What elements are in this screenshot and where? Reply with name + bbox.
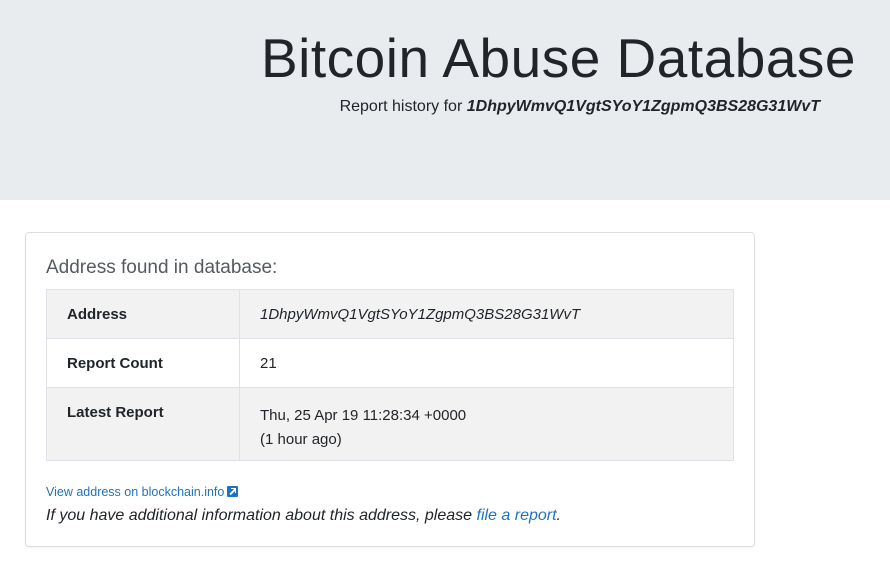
- additional-info-note: If you have additional information about…: [46, 507, 561, 525]
- latest-report-relative: (1 hour ago): [260, 431, 342, 448]
- note-prefix: If you have additional information about…: [46, 507, 473, 524]
- row-value-address: 1DhpyWmvQ1VgtSYoY1ZgpmQ3BS28G31WvT: [239, 289, 734, 339]
- page-subtitle: Report history for 1DhpyWmvQ1VgtSYoY1Zgp…: [340, 98, 820, 116]
- address-card: Address found in database: Address 1Dhpy…: [25, 232, 755, 547]
- page-header: Bitcoin Abuse Database Report history fo…: [0, 0, 890, 200]
- row-label-latest-report: Latest Report: [46, 387, 240, 461]
- blockchain-link-label: View address on blockchain.info: [46, 485, 225, 499]
- external-link-icon: [227, 486, 239, 497]
- row-label-report-count: Report Count: [46, 338, 240, 388]
- subtitle-address: 1DhpyWmvQ1VgtSYoY1ZgpmQ3BS28G31WvT: [466, 98, 820, 115]
- address-info-table: Address 1DhpyWmvQ1VgtSYoY1ZgpmQ3BS28G31W…: [46, 289, 734, 461]
- row-label-address: Address: [46, 289, 240, 339]
- table-row: Report Count 21: [46, 338, 734, 388]
- note-suffix: .: [556, 507, 561, 524]
- card-footer: View address on blockchain.info If you h…: [46, 483, 561, 525]
- table-row: Latest Report Thu, 25 Apr 19 11:28:34 +0…: [46, 387, 734, 461]
- card-heading: Address found in database:: [46, 257, 278, 278]
- blockchain-info-link[interactable]: View address on blockchain.info: [46, 485, 239, 499]
- subtitle-prefix: Report history for: [339, 98, 463, 115]
- table-row: Address 1DhpyWmvQ1VgtSYoY1ZgpmQ3BS28G31W…: [46, 289, 734, 339]
- file-report-link[interactable]: file a report: [477, 507, 557, 524]
- row-value-report-count: 21: [239, 338, 734, 388]
- row-value-latest-report: Thu, 25 Apr 19 11:28:34 +0000 (1 hour ago…: [239, 387, 734, 461]
- page-title: Bitcoin Abuse Database: [261, 27, 856, 89]
- latest-report-date: Thu, 25 Apr 19 11:28:34 +0000: [260, 407, 467, 424]
